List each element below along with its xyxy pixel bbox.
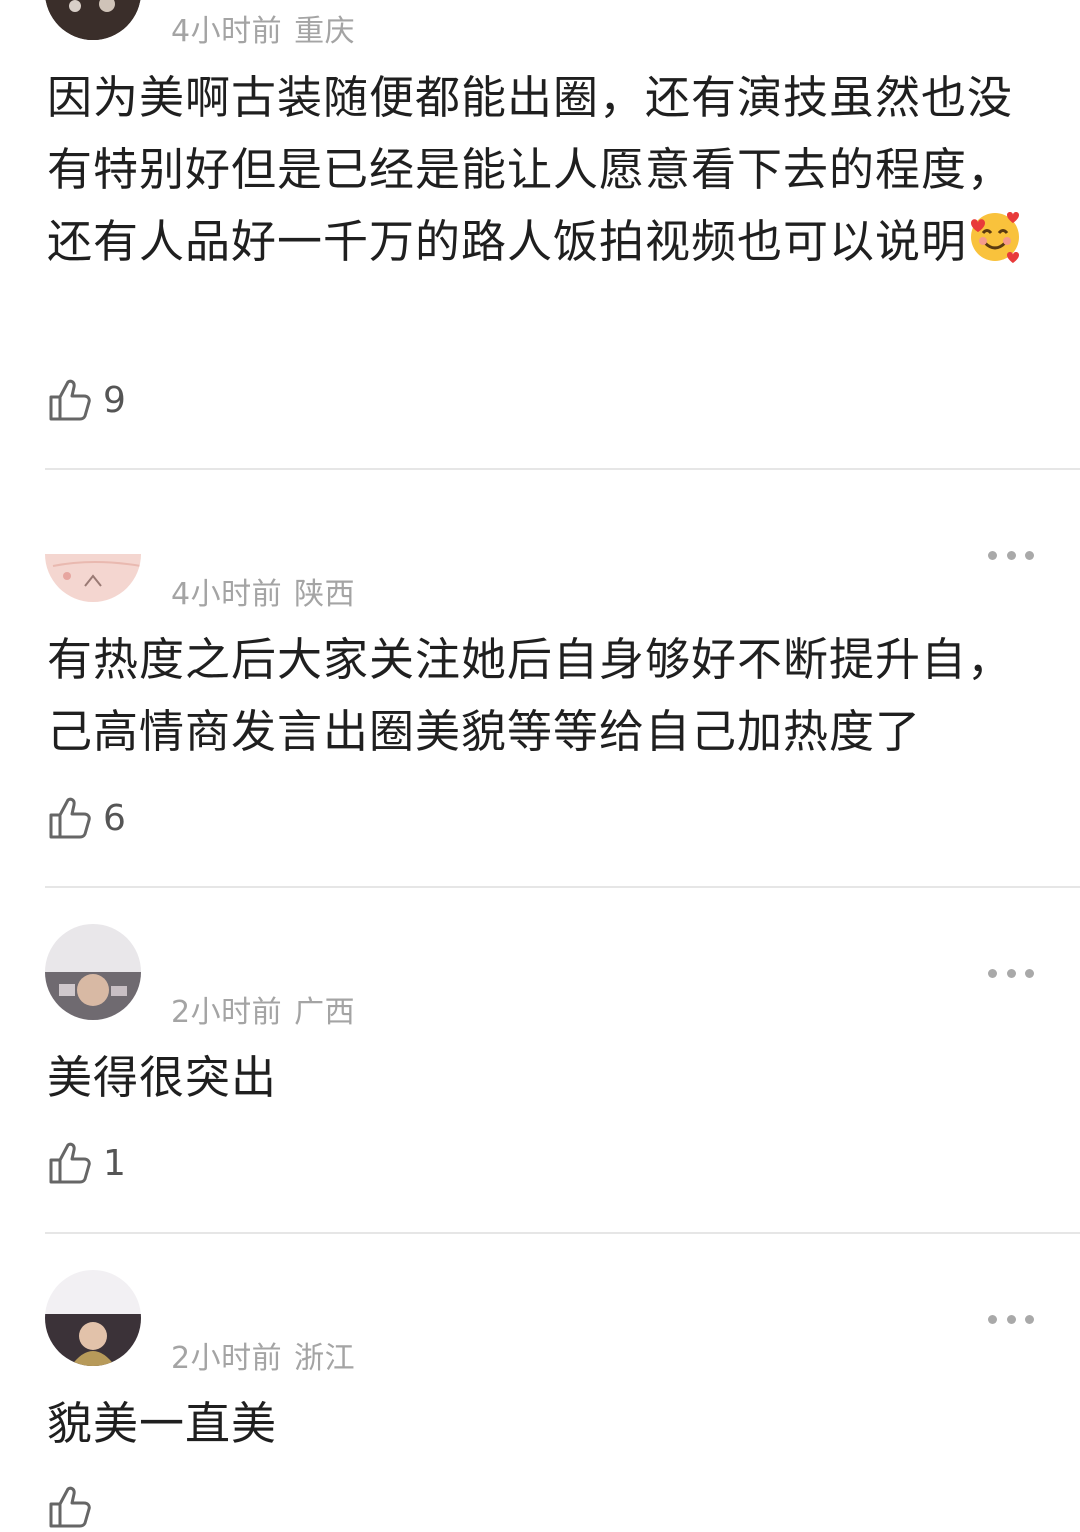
thumbs-up-icon [49,1142,91,1184]
comment-text: 有热度之后大家关注她后自身够好不断提升自，己高情商发言出圈美貌等等给自己加热度了 [47,624,1037,768]
dot-icon [988,968,997,978]
comment-time: 4小时前 [171,577,283,612]
comment-meta: 2小时前 广西 [171,987,355,1031]
smiling-face-with-hearts-icon [971,212,1020,263]
dot-icon [988,1314,997,1324]
divider [45,886,1080,888]
like-button[interactable]: 9 [47,375,126,425]
dot-icon [1025,968,1034,978]
comment-text-content: 因为美啊古装随便都能出圈，还有演技虽然也没有特别好但是已经是能让人愿意看下去的程… [47,71,1014,268]
dot-icon [988,550,997,560]
avatar[interactable] [45,506,141,602]
comment-meta: 4小时前 陕西 [171,569,355,613]
comment-meta: 4小时前 重庆 [171,6,355,50]
comment-location: 重庆 [294,14,356,49]
like-button[interactable] [47,1482,93,1532]
comment-text-content: 有热度之后大家关注她后自身够好不断提升自，己高情商发言出圈美貌等等给自己加热度了 [47,633,1014,758]
dot-icon [1006,1314,1016,1324]
comment-location: 陕西 [294,577,356,612]
comment-meta: 2小时前 浙江 [171,1333,355,1377]
dot-icon [1025,550,1034,560]
comment-time: 4小时前 [171,14,283,49]
more-options-button[interactable] [988,550,1034,560]
like-count: 1 [103,1142,126,1184]
divider [45,1232,1080,1234]
comment-text-content: 美得很突出 [47,1051,278,1104]
comment-text: 貌美一直美 [47,1388,1037,1460]
more-options-button[interactable] [988,1314,1034,1324]
comment-text-content: 貌美一直美 [47,1397,278,1450]
more-options-button[interactable] [988,968,1034,978]
avatar[interactable] [45,0,141,40]
thumbs-up-icon [49,379,91,421]
comment-time: 2小时前 [171,1341,283,1376]
dot-icon [1006,968,1016,978]
comment-time: 2小时前 [171,995,283,1030]
comment-text: 因为美啊古装随便都能出圈，还有演技虽然也没有特别好但是已经是能让人愿意看下去的程… [47,62,1037,278]
avatar[interactable] [45,924,141,1020]
divider [45,468,1080,470]
dot-icon [1025,1314,1034,1324]
avatar[interactable] [45,1270,141,1366]
comment-location: 浙江 [294,1341,356,1376]
like-count: 6 [103,797,126,839]
dot-icon [1006,550,1016,560]
like-button[interactable]: 6 [47,793,126,843]
comment-location: 广西 [294,995,356,1030]
like-count: 9 [103,379,126,421]
thumbs-up-icon [49,1486,91,1528]
thumbs-up-icon [49,797,91,839]
like-button[interactable]: 1 [47,1138,126,1188]
comment-text: 美得很突出 [47,1042,1037,1114]
